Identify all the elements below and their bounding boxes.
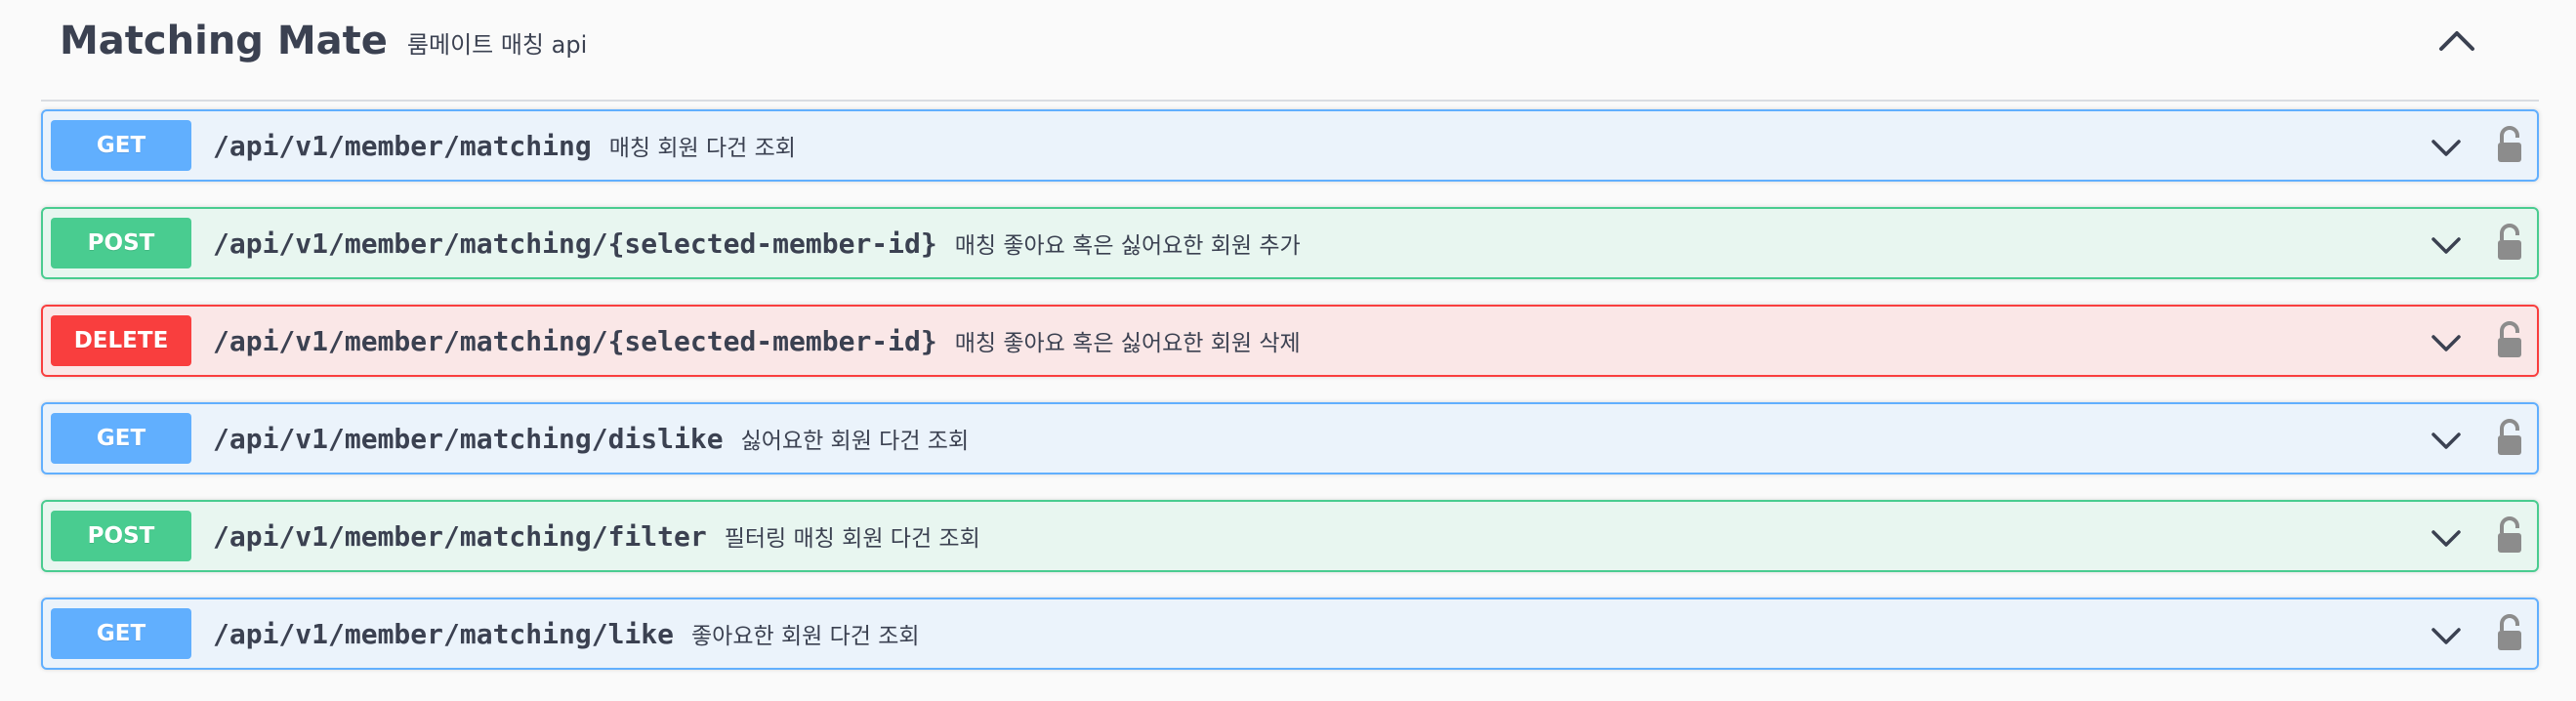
operation-path-row: /api/v1/member/matching/filter 필터링 매칭 회원… [213, 502, 980, 570]
operation-delete-matching-selected[interactable]: DELETE /api/v1/member/matching/{selected… [41, 305, 2539, 377]
lock-icon[interactable] [2494, 125, 2525, 164]
tag-section: Matching Mate 룸메이트 매칭 api [41, 0, 2539, 102]
lock-icon[interactable] [2494, 223, 2525, 262]
operation-path: /api/v1/member/matching/{selected-member… [213, 324, 937, 357]
lock-icon[interactable] [2494, 613, 2525, 652]
lock-icon[interactable] [2494, 320, 2525, 359]
operation-path-row: /api/v1/member/matching/like 좋아요한 회원 다건 … [213, 599, 920, 668]
chevron-down-icon[interactable] [2430, 330, 2463, 355]
operation-path: /api/v1/member/matching [213, 129, 592, 162]
operation-post-matching-filter[interactable]: POST /api/v1/member/matching/filter 필터링 … [41, 500, 2539, 572]
operation-summary: 필터링 매칭 회원 다건 조회 [724, 526, 980, 552]
lock-icon[interactable] [2494, 418, 2525, 457]
tag-title: Matching Mate [60, 19, 388, 63]
operation-path: /api/v1/member/matching/{selected-member… [213, 227, 937, 260]
chevron-down-icon[interactable] [2430, 135, 2463, 160]
operation-get-matching-like[interactable]: GET /api/v1/member/matching/like 좋아요한 회원… [41, 598, 2539, 670]
tag-description: 룸메이트 매칭 api [406, 30, 588, 59]
method-badge: DELETE [51, 315, 191, 366]
operation-path: /api/v1/member/matching/dislike [213, 422, 724, 455]
operation-summary: 좋아요한 회원 다건 조회 [691, 624, 920, 649]
chevron-down-icon[interactable] [2430, 623, 2463, 648]
method-badge: GET [51, 120, 191, 171]
operation-path-row: /api/v1/member/matching/{selected-member… [213, 209, 1301, 277]
operation-get-matching-dislike[interactable]: GET /api/v1/member/matching/dislike 싫어요한… [41, 402, 2539, 474]
operation-path: /api/v1/member/matching/filter [213, 519, 707, 553]
method-badge: GET [51, 413, 191, 464]
operation-post-matching-selected[interactable]: POST /api/v1/member/matching/{selected-m… [41, 207, 2539, 279]
method-badge: POST [51, 511, 191, 561]
chevron-down-icon[interactable] [2430, 232, 2463, 258]
operation-summary: 매칭 회원 다건 조회 [608, 136, 796, 161]
operation-summary: 매칭 좋아요 혹은 싫어요한 회원 삭제 [954, 331, 1301, 356]
method-badge: GET [51, 608, 191, 659]
operation-path: /api/v1/member/matching/like [213, 617, 675, 650]
method-badge: POST [51, 218, 191, 268]
operation-get-matching[interactable]: GET /api/v1/member/matching 매칭 회원 다건 조회 [41, 109, 2539, 182]
chevron-up-icon[interactable] [2435, 21, 2478, 57]
operation-path-row: /api/v1/member/matching 매칭 회원 다건 조회 [213, 111, 796, 180]
tag-header[interactable]: Matching Mate 룸메이트 매칭 api [41, 0, 2539, 102]
operation-summary: 매칭 좋아요 혹은 싫어요한 회원 추가 [954, 233, 1301, 259]
chevron-down-icon[interactable] [2430, 525, 2463, 551]
operation-summary: 싫어요한 회원 다건 조회 [740, 429, 970, 454]
operation-path-row: /api/v1/member/matching/{selected-member… [213, 307, 1301, 375]
operation-path-row: /api/v1/member/matching/dislike 싫어요한 회원 … [213, 404, 969, 473]
lock-icon[interactable] [2494, 515, 2525, 555]
chevron-down-icon[interactable] [2430, 428, 2463, 453]
